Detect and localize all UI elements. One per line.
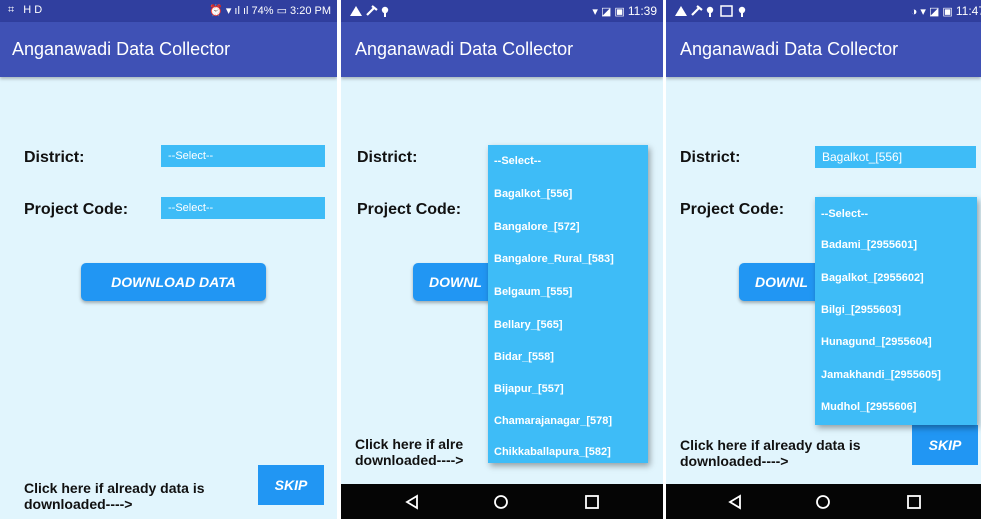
district-option[interactable]: Chamarajanagar_[578]: [494, 415, 612, 427]
skip-hint-text: Click here if alre downloaded---->: [355, 436, 464, 468]
skip-hint-line2: downloaded---->: [24, 496, 133, 512]
district-option[interactable]: Bangalore_Rural_[583]: [494, 253, 614, 265]
project-code-dropdown-list[interactable]: --Select-- Badami_[2955601] Bagalkot_[29…: [815, 197, 977, 425]
project-code-select[interactable]: --Select--: [161, 197, 325, 219]
status-right: ◑ ▾ ◪ ▣ 11:47: [911, 4, 981, 18]
project-code-option[interactable]: Mudhol_[2955606]: [821, 401, 916, 413]
status-right: ▾ ◪ ▣ 11:39: [592, 4, 657, 18]
skip-hint-line1: Click here if already data is: [24, 480, 205, 496]
district-select[interactable]: --Select--: [161, 145, 325, 167]
project-code-label: Project Code:: [24, 201, 129, 218]
status-icons: [349, 4, 407, 21]
project-code-label: Project Code:: [680, 201, 785, 218]
app-title: Anganawadi Data Collector: [355, 39, 574, 59]
district-option[interactable]: Bidar_[558]: [494, 351, 554, 363]
back-icon[interactable]: [727, 494, 743, 510]
skip-button[interactable]: SKIP: [258, 465, 324, 505]
district-option[interactable]: Belgaum_[555]: [494, 286, 572, 298]
screen-2: ▾ ◪ ▣ 11:39 Anganawadi Data Collector Di…: [341, 0, 663, 519]
skip-hint-line1: Click here if alre: [355, 436, 464, 452]
status-bar: ▾ ◪ ▣ 11:39: [341, 0, 663, 22]
project-code-option[interactable]: Hunagund_[2955604]: [821, 336, 932, 348]
recents-icon[interactable]: [584, 494, 600, 510]
project-code-option[interactable]: Bilgi_[2955603]: [821, 304, 901, 316]
status-left: ⌗ HD: [8, 4, 46, 16]
district-option[interactable]: Bijapur_[557]: [494, 383, 564, 395]
status-icons: [674, 4, 760, 21]
status-time: 11:47: [955, 4, 981, 18]
district-option[interactable]: --Select--: [494, 155, 541, 167]
download-data-button[interactable]: DOWNLOAD DATA: [81, 263, 266, 301]
district-label: District:: [357, 149, 418, 166]
district-option[interactable]: Chikkaballapura_[582]: [494, 446, 611, 458]
back-icon[interactable]: [404, 494, 420, 510]
skip-hint-text: Click here if already data is downloaded…: [680, 437, 861, 469]
project-code-option[interactable]: Badami_[2955601]: [821, 239, 917, 251]
status-right: ⏰ ▾ ıl ıl 74% ▭ 3:20 PM: [209, 5, 331, 17]
project-code-option[interactable]: --Select--: [821, 208, 868, 220]
district-select[interactable]: Bagalkot_[556]: [815, 146, 976, 168]
district-dropdown-list[interactable]: --Select-- Bagalkot_[556] Bangalore_[572…: [488, 145, 648, 463]
home-icon[interactable]: [493, 494, 509, 510]
app-bar: Anganawadi Data Collector: [666, 22, 981, 77]
app-title: Anganawadi Data Collector: [12, 39, 231, 59]
skip-hint-text: Click here if already data is downloaded…: [24, 480, 205, 512]
home-icon[interactable]: [815, 494, 831, 510]
notification-icons: [350, 5, 389, 17]
district-option[interactable]: Bagalkot_[556]: [494, 188, 572, 200]
status-bar: ◑ ▾ ◪ ▣ 11:47: [666, 0, 981, 22]
app-bar: Anganawadi Data Collector: [341, 22, 663, 77]
project-code-option[interactable]: Jamakhandi_[2955605]: [821, 369, 941, 381]
skip-hint-line2: downloaded---->: [680, 453, 789, 469]
skip-hint-line2: downloaded---->: [355, 452, 464, 468]
screen-3: ◑ ▾ ◪ ▣ 11:47 Anganawadi Data Collector …: [666, 0, 981, 519]
notification-icons: [675, 5, 746, 17]
project-code-option[interactable]: Bagalkot_[2955602]: [821, 272, 924, 284]
recents-icon[interactable]: [906, 494, 922, 510]
nav-bar: [341, 484, 663, 519]
district-label: District:: [680, 149, 741, 166]
district-option[interactable]: Bellary_[565]: [494, 319, 563, 331]
skip-button[interactable]: SKIP: [912, 425, 978, 465]
screen-1: ⌗ HD ⏰ ▾ ıl ıl 74% ▭ 3:20 PM Anganawadi …: [0, 0, 337, 519]
app-title: Anganawadi Data Collector: [680, 39, 899, 59]
status-bar: ⌗ HD ⏰ ▾ ıl ıl 74% ▭ 3:20 PM: [0, 0, 337, 22]
skip-hint-line1: Click here if already data is: [680, 437, 861, 453]
nav-bar: [666, 484, 981, 519]
district-label: District:: [24, 149, 85, 166]
app-bar: Anganawadi Data Collector: [0, 22, 337, 77]
district-option[interactable]: Bangalore_[572]: [494, 221, 580, 233]
project-code-label: Project Code:: [357, 201, 462, 218]
status-time: 11:39: [627, 4, 657, 18]
